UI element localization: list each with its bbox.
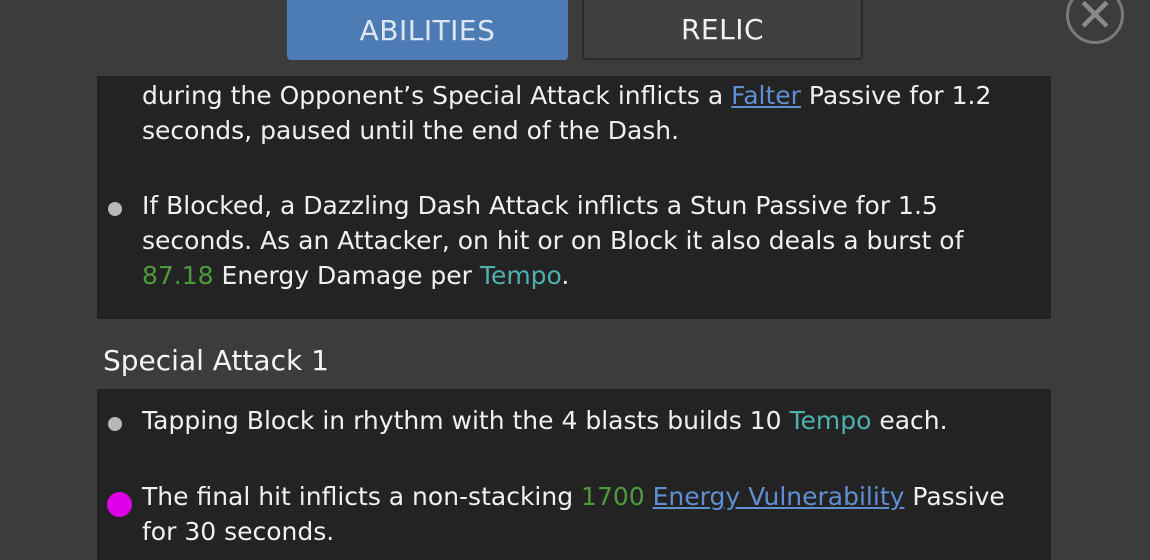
ability-text-part: . <box>561 261 570 290</box>
ability-bullet-item: Tapping Block in rhythm with the 4 blast… <box>108 403 1021 438</box>
ability-text-part: The final hit inflicts a non-stacking <box>142 482 582 511</box>
section-title-special-attack-1: Special Attack 1 <box>103 344 329 377</box>
ability-bullet-item: If Blocked, a Dazzling Dash Attack infli… <box>108 188 1021 293</box>
ability-text: during the Opponent’s Special Attack inf… <box>142 78 1021 148</box>
abilities-panel-top: during the Opponent’s Special Attack inf… <box>97 76 1051 319</box>
ability-text-part: Tapping Block in rhythm with the 4 blast… <box>142 406 790 435</box>
damage-value: 87.18 <box>142 261 214 290</box>
vulnerability-value: 1700 <box>581 482 645 511</box>
ability-text-part: each. <box>871 406 948 435</box>
ability-bullet-item: The final hit inflicts a non-stacking 17… <box>107 479 1021 549</box>
tab-abilities[interactable]: ABILITIES <box>287 0 568 60</box>
magenta-marker-icon <box>107 492 132 517</box>
abilities-panel-special-1: Tapping Block in rhythm with the 4 blast… <box>97 389 1051 560</box>
tab-relic[interactable]: RELIC <box>582 0 863 60</box>
ability-text-part <box>645 482 653 511</box>
falter-link[interactable]: Falter <box>731 81 801 110</box>
tempo-keyword: Tempo <box>479 261 562 290</box>
bullet-icon <box>108 417 122 431</box>
tempo-keyword: Tempo <box>789 406 872 435</box>
bullet-icon <box>108 202 122 216</box>
energy-vulnerability-link[interactable]: Energy Vulnerability <box>653 482 905 511</box>
ability-text-part: If Blocked, a Dazzling Dash Attack infli… <box>142 191 964 255</box>
close-icon[interactable]: ✕ <box>1066 0 1124 44</box>
ability-text-part: Energy Damage per <box>213 261 480 290</box>
ability-text-part: during the Opponent’s Special Attack inf… <box>142 81 732 110</box>
